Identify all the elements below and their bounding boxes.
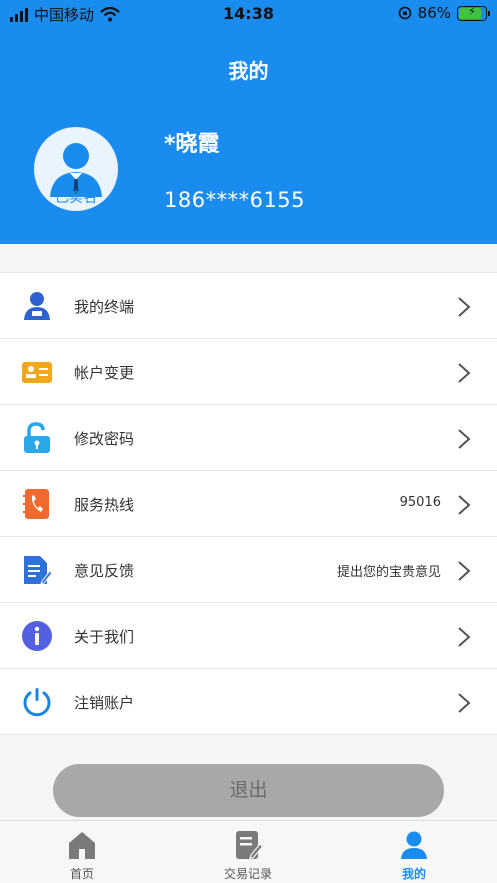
page-title: 我的 — [228, 59, 269, 83]
battery-icon: ⚡ — [457, 4, 490, 21]
tab-bar: 首页 交易记录 我的 — [0, 820, 497, 883]
transaction-record-icon — [236, 831, 264, 860]
menu-item-label: 关于我们 — [74, 628, 135, 646]
menu-item-cancel-account[interactable]: 注销账户 — [0, 669, 497, 735]
menu-item-label: 注销账户 — [74, 694, 135, 712]
menu-item-label: 帐户变更 — [74, 364, 135, 382]
logout-button[interactable]: 退出 — [53, 764, 444, 817]
document-edit-icon — [24, 556, 53, 585]
menu-item-label: 意见反馈 — [74, 562, 135, 580]
menu-item-label: 修改密码 — [74, 430, 135, 448]
chevron-right-icon — [458, 561, 471, 581]
menu-item-service-hotline[interactable]: 服务热线 95016 — [0, 471, 497, 537]
menu-item-my-terminal[interactable]: 我的终端 — [0, 273, 497, 339]
tab-label: 我的 — [401, 867, 426, 881]
profile-icon — [401, 831, 427, 859]
battery-percent: 86% — [417, 4, 451, 22]
info-icon — [22, 621, 52, 651]
status-bar: 中国移动 14:38 86% ⚡ — [0, 0, 497, 28]
chevron-right-icon — [458, 363, 471, 383]
menu-item-account-change[interactable]: 帐户变更 — [0, 339, 497, 405]
settings-menu: 我的终端 帐户变更 修改密码 服务热线 95016 意见反馈 提出您的宝贵意见 … — [0, 272, 497, 735]
charging-icon: ⚡ — [468, 4, 476, 18]
chevron-right-icon — [458, 495, 471, 515]
tab-label: 交易记录 — [223, 867, 272, 881]
menu-item-about-us[interactable]: 关于我们 — [0, 603, 497, 669]
user-phone: 186****6155 — [164, 188, 306, 212]
verified-badge: 已实名 — [55, 190, 97, 206]
chevron-right-icon — [458, 627, 471, 647]
hotline-number: 95016 — [399, 495, 441, 510]
home-icon — [69, 832, 95, 859]
avatar[interactable]: 已实名 — [34, 127, 118, 211]
chevron-right-icon — [458, 693, 471, 713]
power-icon — [23, 688, 51, 717]
menu-item-feedback[interactable]: 意见反馈 提出您的宝贵意见 — [0, 537, 497, 603]
menu-item-label: 服务热线 — [74, 496, 135, 514]
profile-header: 中国移动 14:38 86% ⚡ 我的 已实名 *晓霞 186****6155 — [0, 0, 497, 244]
user-card-icon — [24, 292, 50, 320]
status-right: 86% ⚡ — [398, 4, 490, 22]
menu-item-label: 我的终端 — [74, 298, 135, 316]
phone-book-icon — [23, 489, 49, 519]
tab-transaction-record[interactable]: 交易记录 — [188, 821, 308, 883]
feedback-hint: 提出您的宝贵意见 — [336, 565, 441, 580]
orientation-lock-icon — [398, 6, 411, 20]
tab-my-profile[interactable]: 我的 — [354, 821, 474, 883]
user-name: *晓霞 — [164, 132, 220, 157]
id-card-icon — [22, 362, 52, 383]
menu-item-change-password[interactable]: 修改密码 — [0, 405, 497, 471]
tab-home[interactable]: 首页 — [22, 821, 142, 883]
tab-label: 首页 — [69, 867, 94, 881]
chevron-right-icon — [458, 297, 471, 317]
chevron-right-icon — [458, 429, 471, 449]
unlock-icon — [24, 422, 50, 453]
